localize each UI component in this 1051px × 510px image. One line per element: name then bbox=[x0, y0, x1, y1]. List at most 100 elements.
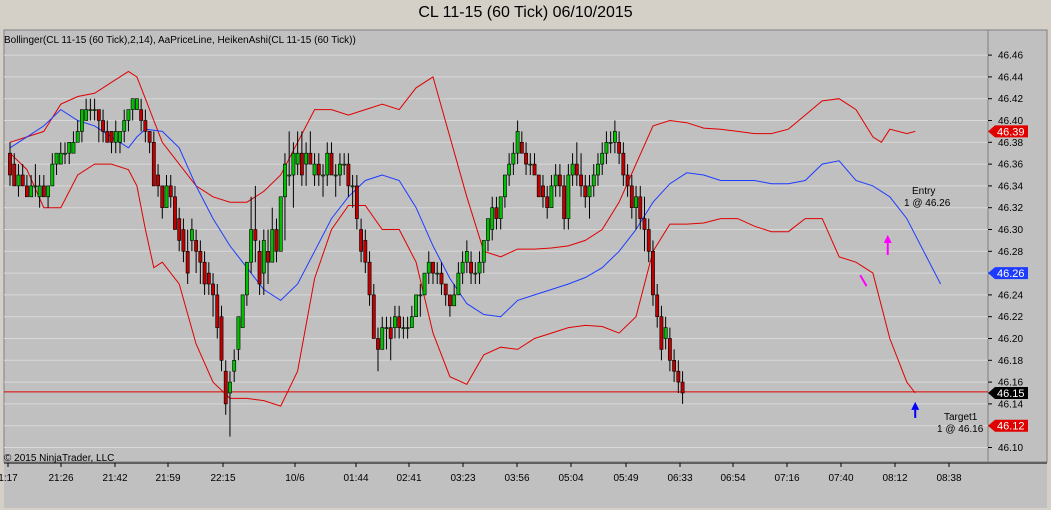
y-tick-label: 46.28 bbox=[998, 247, 1023, 258]
candle-body-up bbox=[321, 174, 325, 177]
candle-body-down bbox=[574, 163, 579, 176]
y-tick-label: 46.20 bbox=[998, 334, 1023, 345]
x-tick-label: 1:17 bbox=[0, 473, 18, 484]
candle-body-down bbox=[151, 142, 156, 187]
indicator-label: Bollinger(CL 11-15 (60 Tick),2,14), AaPr… bbox=[4, 35, 356, 46]
candle-body-up bbox=[663, 327, 668, 339]
candle-body-up bbox=[278, 196, 283, 252]
candle-body-down bbox=[12, 163, 17, 187]
y-tick-label: 46.14 bbox=[998, 399, 1023, 410]
candle-body-down bbox=[629, 185, 634, 208]
candle-body-down bbox=[621, 152, 626, 176]
candle-body-down bbox=[160, 185, 165, 208]
candle bbox=[536, 174, 541, 198]
candle-body-down bbox=[211, 283, 215, 296]
candle-body-down bbox=[536, 174, 541, 198]
candle-body-up bbox=[612, 131, 617, 143]
candle-body-up bbox=[600, 152, 605, 165]
candle-body-up bbox=[498, 196, 503, 219]
candle-body-down bbox=[443, 283, 448, 296]
x-tick-label: 21:42 bbox=[102, 473, 127, 484]
candle-body-up bbox=[342, 163, 347, 166]
entry-label: Entry bbox=[912, 186, 935, 197]
candle-body-up bbox=[456, 272, 461, 296]
candle-body-up bbox=[126, 109, 131, 121]
candle-body-down bbox=[308, 152, 313, 165]
price-tag-label: 46.26 bbox=[997, 268, 1025, 280]
candle-body-up bbox=[63, 152, 67, 155]
candle-body-down bbox=[397, 316, 402, 328]
candle-body-down bbox=[354, 185, 359, 219]
candle-body-down bbox=[173, 196, 177, 230]
y-tick-label: 46.36 bbox=[998, 160, 1023, 171]
candle-body-up bbox=[122, 120, 127, 132]
candle-body-up bbox=[291, 152, 296, 176]
candle-body-up bbox=[338, 163, 342, 176]
candle-body-up bbox=[325, 152, 330, 176]
candle-body-up bbox=[490, 207, 495, 230]
candle-body-up bbox=[244, 261, 249, 296]
x-tick-label: 05:49 bbox=[613, 473, 638, 484]
candle-body-up bbox=[236, 316, 241, 350]
candle-body-up bbox=[460, 261, 465, 274]
candle-body-down bbox=[646, 229, 651, 252]
x-tick-label: 21:26 bbox=[48, 473, 73, 484]
candle-body-down bbox=[25, 185, 29, 198]
candle-body-down bbox=[651, 251, 655, 296]
price-tag: 46.12 bbox=[988, 419, 1028, 433]
candle-body-up bbox=[604, 142, 609, 154]
candle-body-up bbox=[549, 185, 554, 208]
candle-body-down bbox=[253, 229, 258, 241]
candle-body-up bbox=[587, 185, 592, 198]
candle-body-up bbox=[401, 327, 406, 329]
candle-body-up bbox=[50, 163, 55, 187]
candle-body-up bbox=[46, 185, 50, 198]
candle-body-down bbox=[139, 109, 144, 121]
candle-body-down bbox=[448, 294, 452, 307]
candle bbox=[135, 98, 139, 110]
y-tick-label: 46.10 bbox=[998, 443, 1023, 454]
candle-body-down bbox=[371, 294, 376, 339]
candle-body-down bbox=[376, 338, 380, 350]
candle-body-up bbox=[75, 131, 80, 143]
candle-body-down bbox=[147, 131, 152, 143]
candle-body-up bbox=[295, 152, 300, 165]
candle-body-down bbox=[156, 174, 160, 187]
y-tick-label: 46.32 bbox=[998, 203, 1023, 214]
candle-body-down bbox=[206, 272, 211, 285]
candle-body-up bbox=[507, 163, 512, 176]
candle-body-up bbox=[312, 163, 317, 176]
candle-body-up bbox=[33, 185, 38, 188]
candle-body-up bbox=[189, 229, 194, 241]
candle bbox=[422, 272, 427, 296]
x-tick-label: 06:54 bbox=[720, 473, 745, 484]
candle-body-up bbox=[426, 261, 431, 274]
candle-body-up bbox=[113, 131, 118, 143]
candle-body-down bbox=[177, 218, 182, 241]
candle-body-up bbox=[287, 174, 292, 177]
candle-body-up bbox=[422, 272, 427, 296]
x-axis-area[interactable] bbox=[4, 462, 1047, 508]
candle-body-up bbox=[608, 142, 613, 144]
x-tick-label: 08:38 bbox=[936, 473, 961, 484]
plot-area[interactable] bbox=[3, 29, 989, 463]
candle-body-down bbox=[638, 196, 643, 219]
candle-body-up bbox=[409, 316, 414, 328]
candle-body-up bbox=[240, 294, 245, 328]
y-tick-label: 46.40 bbox=[998, 116, 1023, 127]
candle-body-down bbox=[185, 251, 190, 274]
candle-body-down bbox=[316, 163, 321, 176]
candle-body-up bbox=[350, 185, 355, 188]
chart-window: CL 11-15 (60 Tick) 06/10/2015 46.46 46.44… bbox=[0, 0, 1051, 510]
candle-body-down bbox=[655, 294, 660, 317]
candle-body-down bbox=[367, 261, 372, 296]
candlestick-chart[interactable]: 46.46 46.44 46.42 46.40 46.38 46.36 46.34 46.32… bbox=[0, 0, 1051, 510]
x-tick-label: 05:04 bbox=[558, 473, 583, 484]
candle-body-up bbox=[486, 218, 490, 241]
y-tick-label: 46.24 bbox=[998, 290, 1023, 301]
candle-body-down bbox=[524, 152, 528, 165]
price-tag: 46.26 bbox=[988, 267, 1028, 280]
candle-body-down bbox=[181, 229, 186, 252]
x-tick-label: 03:23 bbox=[450, 473, 475, 484]
candle-body-up bbox=[477, 261, 482, 274]
